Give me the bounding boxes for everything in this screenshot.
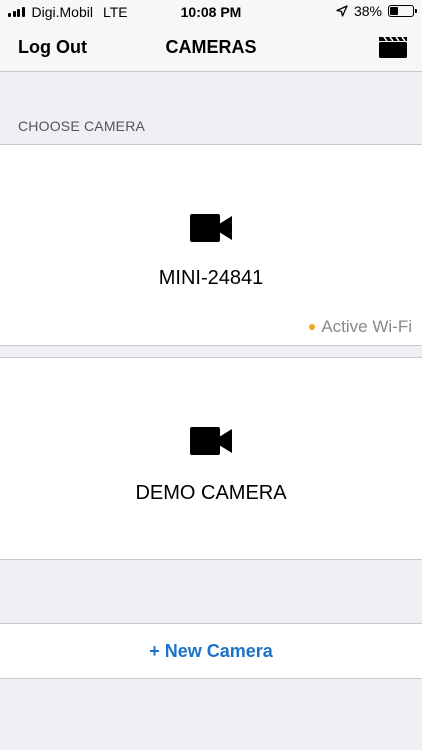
status-right: 38% xyxy=(336,3,417,19)
camera-status-label: Active Wi-Fi xyxy=(321,317,412,336)
nav-bar: Log Out CAMERAS xyxy=(0,24,422,72)
camera-status: Active Wi-Fi xyxy=(309,317,412,337)
video-camera-icon xyxy=(190,214,232,242)
location-arrow-icon xyxy=(336,5,348,17)
status-bar: Digi.Mobil LTE 10:08 PM 38% xyxy=(0,0,422,24)
log-out-button[interactable]: Log Out xyxy=(18,37,87,58)
battery-fill xyxy=(390,7,399,15)
status-dot xyxy=(309,324,316,330)
section-header: CHOOSE CAMERA xyxy=(18,118,146,134)
battery-percent: 38% xyxy=(353,3,382,19)
battery-icon xyxy=(388,5,417,17)
clapperboard-icon[interactable] xyxy=(378,35,408,59)
camera-card-demo[interactable]: DEMO CAMERA xyxy=(0,357,422,560)
camera-card-mini[interactable]: MINI-24841 Active Wi-Fi xyxy=(0,144,422,346)
new-camera-button[interactable]: + New Camera xyxy=(0,623,422,679)
camera-name: DEMO CAMERA xyxy=(135,482,287,504)
camera-name: MINI-24841 xyxy=(158,267,264,289)
video-camera-icon xyxy=(190,427,232,455)
